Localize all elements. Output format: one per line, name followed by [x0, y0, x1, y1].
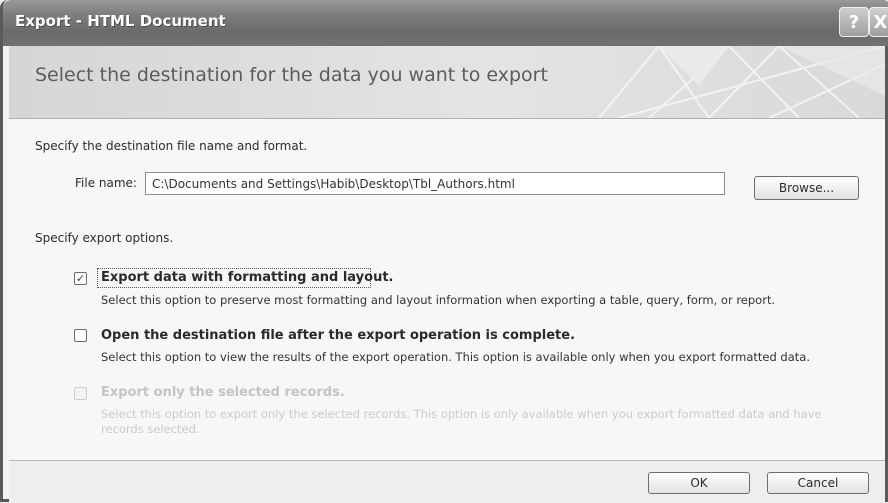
wizard-header: Select the destination for the data you …: [9, 46, 885, 119]
export-selected-description: Select this option to export only the se…: [101, 407, 822, 436]
browse-button[interactable]: Browse...: [754, 176, 859, 200]
export-formatting-description: Select this option to preserve most form…: [101, 293, 776, 307]
checkmark-icon: ✓: [75, 272, 86, 285]
browse-button-label: Browse...: [778, 181, 835, 195]
cancel-button-label: Cancel: [797, 476, 839, 490]
export-dialog: Export - HTML Document ? X Select the de…: [0, 0, 888, 503]
close-button[interactable]: X: [869, 7, 888, 37]
dialog-content: Specify the destination file name and fo…: [9, 119, 885, 460]
export-formatting-label[interactable]: Export data with formatting and layout.: [101, 270, 394, 285]
close-icon: X: [873, 11, 888, 33]
ok-button[interactable]: OK: [648, 472, 750, 494]
open-destination-checkbox[interactable]: [74, 329, 87, 342]
help-button[interactable]: ?: [839, 7, 869, 37]
title-bar[interactable]: Export - HTML Document ? X: [3, 0, 888, 46]
dialog-footer: OK Cancel: [9, 460, 885, 503]
ok-button-label: OK: [690, 476, 708, 490]
options-heading: Specify export options.: [35, 231, 174, 245]
export-formatting-checkbox[interactable]: ✓: [74, 272, 87, 285]
open-destination-label[interactable]: Open the destination file after the expo…: [101, 328, 575, 343]
help-icon: ?: [848, 11, 860, 33]
export-selected-label: Export only the selected records.: [101, 385, 345, 400]
header-text: Select the destination for the data you …: [35, 64, 548, 86]
open-destination-description: Select this option to view the results o…: [101, 350, 810, 364]
cancel-button[interactable]: Cancel: [767, 472, 869, 494]
file-name-input[interactable]: [145, 172, 725, 195]
export-selected-checkbox: [74, 387, 87, 400]
window-title: Export - HTML Document: [15, 12, 226, 30]
destination-heading: Specify the destination file name and fo…: [35, 139, 308, 153]
file-name-label: File name:: [75, 176, 137, 190]
